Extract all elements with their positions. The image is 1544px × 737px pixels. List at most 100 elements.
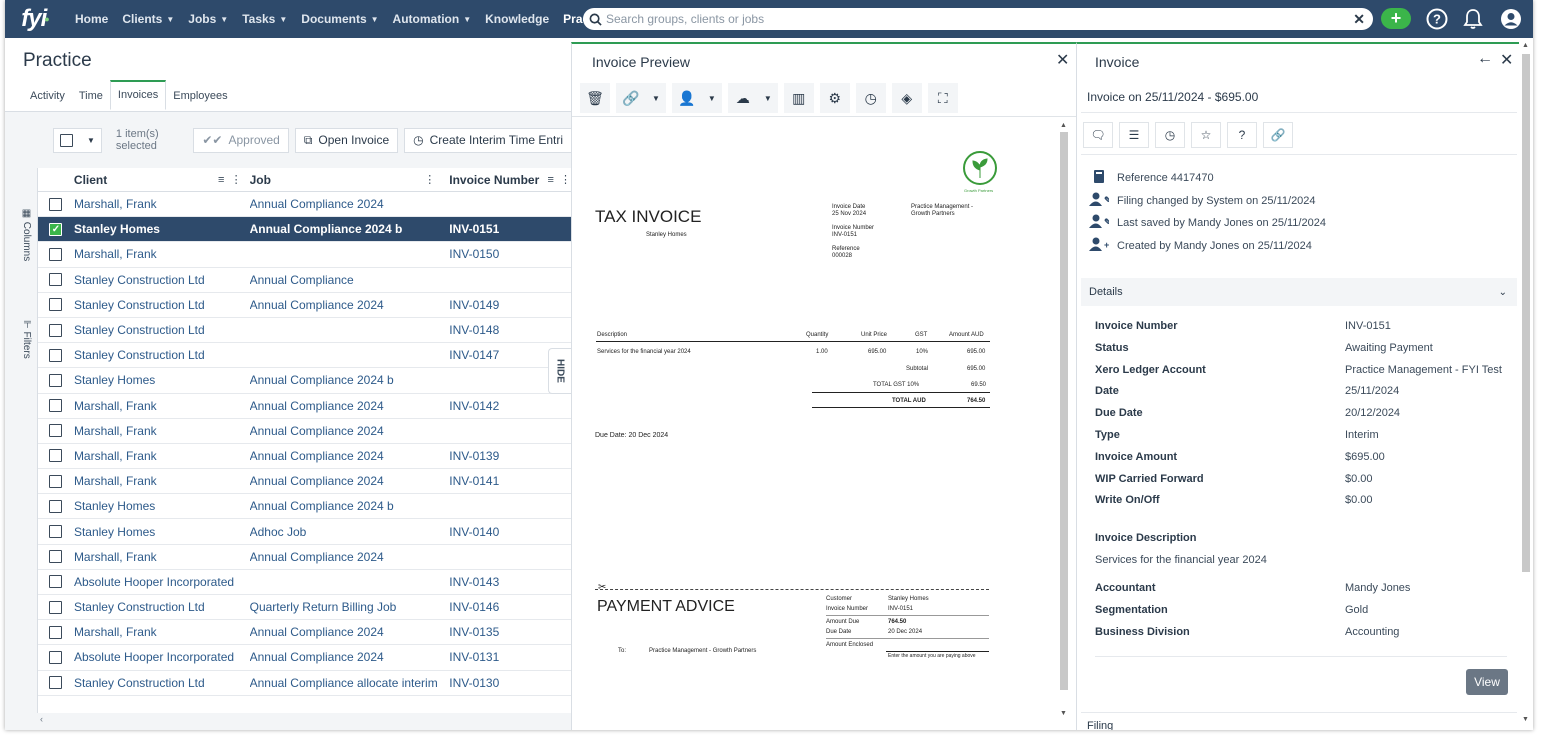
row-checkbox[interactable] <box>49 247 63 261</box>
cell-job[interactable]: Annual Compliance 2024 b <box>250 499 450 513</box>
cell-job[interactable]: Annual Compliance 2024 b <box>250 373 450 387</box>
row-checkbox[interactable] <box>49 474 63 488</box>
open-invoice-button[interactable]: ⧉ Open Invoice <box>294 127 399 153</box>
cell-job[interactable]: Annual Compliance 2024 <box>250 625 450 639</box>
assign-user-icon[interactable]: 👤 <box>671 83 702 113</box>
cell-job[interactable]: Adhoc Job <box>250 525 450 539</box>
close-icon[interactable]: ✕ <box>1056 50 1069 70</box>
table-row[interactable]: Stanley Construction Ltd Annual Complianc… <box>38 293 571 318</box>
cell-invoice-number[interactable]: INV-0146 <box>449 600 571 614</box>
filters-toggle[interactable]: ⊩ Filters <box>21 320 32 359</box>
row-checkbox[interactable] <box>49 575 63 589</box>
cell-client[interactable]: Marshall, Frank <box>74 247 250 261</box>
fullscreen-icon[interactable]: ⛶ <box>927 83 958 113</box>
horizontal-scrollbar[interactable]: ‹ <box>37 714 571 726</box>
cell-client[interactable]: Absolute Hooper Incorporated <box>74 650 250 664</box>
cell-invoice-number[interactable]: INV-0135 <box>449 625 571 639</box>
layers-icon[interactable]: ◈ <box>891 83 922 113</box>
library-icon[interactable]: ▥ <box>783 83 814 113</box>
table-row[interactable]: Marshall, Frank INV-0150 <box>38 242 571 268</box>
cell-client[interactable]: Absolute Hooper Incorporated <box>74 575 250 589</box>
cell-invoice-number[interactable]: INV-0139 <box>449 449 571 463</box>
cell-client[interactable]: Stanley Homes <box>74 525 250 539</box>
close-icon[interactable]: ✕ <box>1500 50 1513 70</box>
cell-client[interactable]: Marshall, Frank <box>74 424 250 438</box>
column-header-invoice-number[interactable]: Invoice Number ≡ ⋮ <box>449 173 571 187</box>
nav-item-jobs[interactable]: Jobs ▼ <box>188 12 228 26</box>
search-input[interactable]: Search groups, clients or jobs <box>606 12 1353 26</box>
scroll-up-icon[interactable]: ▲ <box>1060 122 1067 129</box>
scroll-up-icon[interactable]: ▲ <box>1522 42 1529 49</box>
cell-job[interactable]: Annual Compliance 2024 <box>250 550 450 564</box>
row-checkbox[interactable] <box>49 650 63 664</box>
cell-client[interactable]: Stanley Construction Ltd <box>74 323 250 337</box>
row-checkbox[interactable] <box>49 676 63 690</box>
tab-employees[interactable]: Employees <box>166 90 234 110</box>
cell-job[interactable]: Annual Compliance 2024 <box>250 298 450 312</box>
chevron-down-icon[interactable]: ▼ <box>757 83 778 113</box>
row-checkbox[interactable] <box>49 424 63 438</box>
clear-search-icon[interactable]: ✕ <box>1353 11 1365 28</box>
row-checkbox[interactable] <box>49 348 63 362</box>
row-checkbox[interactable] <box>49 399 63 413</box>
cell-invoice-number[interactable]: INV-0143 <box>449 575 571 589</box>
cell-invoice-number[interactable]: INV-0142 <box>449 399 571 413</box>
cell-client[interactable]: Marshall, Frank <box>74 625 250 639</box>
star-icon[interactable]: ☆ <box>1191 122 1221 148</box>
add-new-button[interactable]: + <box>1381 8 1411 29</box>
column-menu-icon[interactable]: ⋮ <box>231 174 242 186</box>
cell-invoice-number[interactable]: INV-0131 <box>449 650 571 664</box>
row-checkbox[interactable]: ✓ <box>49 222 63 236</box>
cell-job[interactable]: Annual Compliance allocate interim <box>250 676 450 690</box>
notifications-bell-icon[interactable] <box>1461 7 1485 31</box>
cell-invoice-number[interactable]: INV-0141 <box>449 474 571 488</box>
view-button[interactable]: View <box>1466 669 1508 695</box>
nav-item-knowledge[interactable]: Knowledge <box>485 12 549 26</box>
tab-activity[interactable]: Activity <box>23 90 72 110</box>
cell-invoice-number[interactable]: INV-0151 <box>449 222 571 236</box>
cell-client[interactable]: Marshall, Frank <box>74 449 250 463</box>
tab-time[interactable]: Time <box>72 90 110 110</box>
cell-client[interactable]: Stanley Homes <box>74 499 250 513</box>
nav-item-tasks[interactable]: Tasks ▼ <box>242 12 287 26</box>
cell-job[interactable]: Annual Compliance 2024 <box>250 650 450 664</box>
cell-job[interactable]: Quarterly Return Billing Job <box>250 600 450 614</box>
table-row[interactable]: Stanley Construction Ltd INV-0147 <box>38 343 571 369</box>
columns-toggle[interactable]: ▦ Columns <box>21 208 32 261</box>
nav-item-home[interactable]: Home <box>75 12 108 26</box>
table-row[interactable]: ✓ Stanley Homes Annual Compliance 2024 b IN… <box>38 217 571 243</box>
column-menu-icon[interactable]: ⋮ <box>424 173 435 187</box>
cell-client[interactable]: Marshall, Frank <box>74 550 250 564</box>
details-section-header[interactable]: Details ⌄ <box>1081 278 1517 306</box>
cell-job[interactable]: Annual Compliance 2024 b <box>250 222 450 236</box>
table-row[interactable]: Marshall, Frank Annual Compliance 2024 <box>38 419 571 444</box>
nav-item-clients[interactable]: Clients ▼ <box>122 12 174 26</box>
hide-panel-button[interactable]: HIDE <box>548 348 571 394</box>
row-checkbox[interactable] <box>49 323 63 337</box>
cell-client[interactable]: Stanley Construction Ltd <box>74 298 250 312</box>
column-menu-icon[interactable]: ⋮ <box>560 174 571 186</box>
cell-invoice-number[interactable]: INV-0148 <box>449 323 571 337</box>
cell-client[interactable]: Stanley Homes <box>74 222 250 236</box>
scroll-down-icon[interactable]: ▼ <box>1522 716 1529 723</box>
row-checkbox[interactable] <box>49 550 63 564</box>
column-header-job[interactable]: Job ⋮ <box>250 173 450 187</box>
settings-gear-icon[interactable]: ⚙ <box>819 83 850 113</box>
table-row[interactable]: Marshall, Frank Annual Compliance 2024 INV… <box>38 394 571 419</box>
back-arrow-icon[interactable]: ← <box>1477 50 1493 68</box>
table-row[interactable]: Stanley Construction Ltd Annual Complianc… <box>38 268 571 293</box>
row-checkbox[interactable] <box>49 525 63 539</box>
invoice-panel-scrollbar[interactable]: ▲ ▼ <box>1519 42 1533 730</box>
table-row[interactable]: Marshall, Frank Annual Compliance 2024 INV… <box>38 444 571 470</box>
cell-client[interactable]: Stanley Construction Ltd <box>74 273 250 287</box>
table-row[interactable]: Absolute Hooper Incorporated Annual Compl… <box>38 645 571 671</box>
table-row[interactable]: Marshall, Frank Annual Compliance 2024 <box>38 192 571 218</box>
table-row[interactable]: Marshall, Frank Annual Compliance 2024 INV… <box>38 620 571 646</box>
cloud-download-icon[interactable]: ☁ <box>727 83 758 113</box>
cell-job[interactable]: Annual Compliance 2024 <box>250 449 450 463</box>
cell-client[interactable]: Marshall, Frank <box>74 197 250 211</box>
cell-invoice-number[interactable]: INV-0140 <box>449 525 571 539</box>
table-row[interactable]: Stanley Homes Adhoc Job INV-0140 <box>38 519 571 545</box>
tab-invoices[interactable]: Invoices <box>109 80 167 110</box>
fyi-logo[interactable]: fyi ● <box>13 0 57 38</box>
